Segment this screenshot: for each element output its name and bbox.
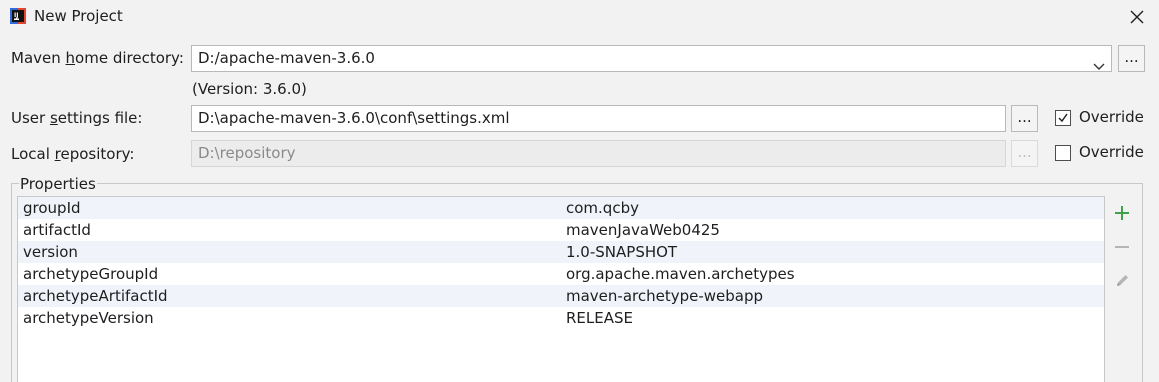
table-row[interactable]: version 1.0-SNAPSHOT [18,241,1104,263]
new-project-dialog: IJ New Project Maven home directory: D:/… [0,0,1159,382]
maven-home-value: D:/apache-maven-3.6.0 [198,49,375,67]
maven-home-label: Maven home directory: [11,49,184,67]
property-key: archetypeVersion [23,309,154,327]
user-settings-override-label[interactable]: Override [1079,108,1144,126]
user-settings-override-checkbox[interactable] [1055,110,1071,126]
intellij-app-icon: IJ [10,8,26,24]
local-repository-browse-button: ... [1011,140,1038,167]
table-row[interactable]: archetypeGroupId org.apache.maven.archet… [18,263,1104,285]
property-key: archetypeArtifactId [23,287,168,305]
property-key: artifactId [23,221,91,239]
user-settings-value: D:\apache-maven-3.6.0\conf\settings.xml [198,109,510,127]
local-repository-input[interactable]: D:\repository [191,140,1006,167]
user-settings-label: User settings file: [11,109,143,127]
table-row[interactable]: artifactId mavenJavaWeb0425 [18,219,1104,241]
title-bar: IJ New Project [0,0,1159,34]
properties-legend: Properties [19,175,97,193]
local-repository-value: D:\repository [198,144,296,162]
table-row[interactable]: groupId com.qcby [18,197,1104,219]
plus-icon[interactable] [1111,202,1133,224]
maven-home-combobox[interactable]: D:/apache-maven-3.6.0 [191,45,1112,72]
maven-version-note: (Version: 3.6.0) [192,80,307,98]
local-repository-override-checkbox[interactable] [1055,145,1071,161]
checkmark-icon [1058,113,1068,123]
property-key: version [23,243,78,261]
local-repository-override-label[interactable]: Override [1079,143,1144,161]
table-row[interactable]: archetypeVersion RELEASE [18,307,1104,329]
maven-home-browse-button[interactable]: ... [1118,45,1145,72]
property-value: maven-archetype-webapp [566,287,764,305]
property-key: archetypeGroupId [23,265,159,283]
property-value: org.apache.maven.archetypes [566,265,795,283]
properties-table[interactable]: groupId com.qcby artifactId mavenJavaWeb… [17,196,1105,382]
window-title: New Project [34,7,123,25]
user-settings-browse-button[interactable]: ... [1011,105,1038,132]
table-row[interactable]: archetypeArtifactId maven-archetype-weba… [18,285,1104,307]
property-value: mavenJavaWeb0425 [566,221,720,239]
property-value: com.qcby [566,199,639,217]
chevron-down-icon[interactable] [1093,54,1105,71]
svg-text:IJ: IJ [14,12,18,19]
local-repository-label: Local repository: [11,145,135,163]
close-icon[interactable] [1124,4,1150,30]
property-key: groupId [23,199,81,217]
minus-icon [1111,236,1133,258]
property-value: RELEASE [566,309,633,327]
pencil-icon [1111,270,1133,292]
user-settings-input[interactable]: D:\apache-maven-3.6.0\conf\settings.xml [191,105,1006,132]
property-value: 1.0-SNAPSHOT [566,243,678,261]
